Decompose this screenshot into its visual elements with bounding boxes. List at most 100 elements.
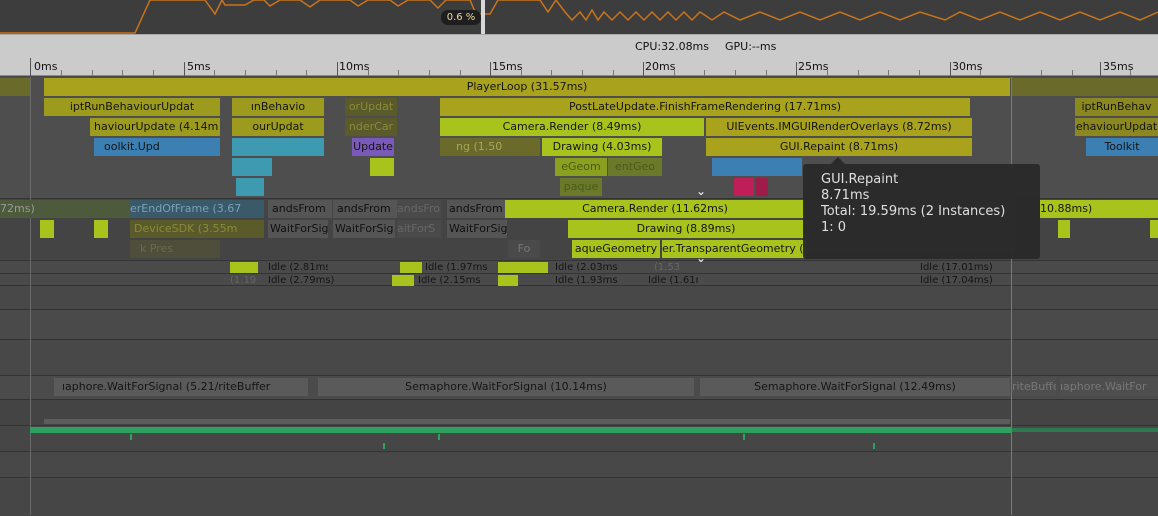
render-marker-prev[interactable]: 72ms) <box>0 200 130 218</box>
marker-label: eGeom <box>561 160 601 173</box>
marker-drawing-small[interactable]: ng (1.50 <box>440 138 540 156</box>
ruler-label-0ms: 0ms <box>34 60 58 73</box>
marker-geometry-a[interactable]: eGeom <box>555 158 607 176</box>
marker-pink-a[interactable] <box>734 178 754 196</box>
marker-label: Idle (1.61m <box>648 275 698 286</box>
gpu-activity-line-next[interactable] <box>1012 428 1158 432</box>
worker2-idle-4[interactable]: Idle (1.61m <box>648 275 698 286</box>
marker-toolkit-update[interactable]: oolkit.Upd <box>94 138 220 156</box>
worker2-green-a[interactable] <box>392 275 414 286</box>
marker-teal-d4[interactable] <box>232 158 272 176</box>
marker-geometry-b[interactable]: entGeo <box>608 158 662 176</box>
marker-label: Drawing (4.03ms) <box>552 140 652 153</box>
ruler-label-35ms: 35ms <box>1103 60 1134 73</box>
semaphore-bar-3[interactable]: Semaphore.WaitForSignal (12.49ms) <box>700 378 1010 396</box>
gpu-tick-2 <box>383 443 385 449</box>
row-band-empty-2 <box>0 309 1158 340</box>
render-marker-present[interactable]: k Pres <box>130 240 220 258</box>
marker-label: Idle (1.97ms <box>425 262 488 273</box>
timeline-area[interactable]: PlayerLoop (31.57ms) iptRunBehaviourUpda… <box>0 77 1158 516</box>
render-marker-device-sdk[interactable]: DeviceSDK (3.55m <box>130 220 264 238</box>
render-marker-commands-2[interactable]: andsFrom <box>333 200 397 218</box>
render-marker-commands-3[interactable]: andsFro <box>397 200 441 218</box>
worker2-idle-5[interactable]: Idle (17.04ms) <box>920 275 1010 286</box>
sync-strip[interactable] <box>44 419 1010 424</box>
cpu-usage-graph[interactable]: 0.6 % <box>0 0 1158 34</box>
marker-drawing[interactable]: Drawing (4.03ms) <box>542 138 662 156</box>
render-marker-end-of-frame[interactable]: erEndOfFrame (3.67 <box>130 200 264 218</box>
frame-time-header: CPU:32.08ms GPU:--ms <box>0 34 1158 58</box>
semaphore-bar-4[interactable]: riteBuffe <box>1012 378 1056 396</box>
marker-toolkit-next[interactable]: Toolkit <box>1086 138 1158 156</box>
marker-behaviour-update[interactable]: haviourUpdate (4.14m <box>90 118 220 136</box>
marker-label: DeviceSDK (3.55m <box>134 222 238 235</box>
tooltip-instance: 1: 0 <box>821 220 847 235</box>
marker-pink-b[interactable] <box>756 178 768 196</box>
row-band-bottom-1 <box>0 451 1158 478</box>
render-marker-green-2[interactable] <box>94 220 108 238</box>
marker-camera-render[interactable]: Camera.Render (8.49ms) <box>440 118 704 136</box>
worker2-idle-2[interactable]: Idle (2.15ms <box>418 275 488 286</box>
time-ruler[interactable]: 0ms 5ms 10ms 15ms 20ms 25ms 30ms 35ms <box>0 58 1158 76</box>
marker-script-run-behaviour-update[interactable]: iptRunBehaviourUpdat <box>44 98 220 116</box>
marker-next-frame[interactable] <box>1012 78 1158 96</box>
collapse-chevron-icon[interactable]: ⌄ <box>692 252 710 264</box>
render-marker-opaque-geometry[interactable]: aqueGeometry <box>572 240 660 258</box>
worker-green-a[interactable] <box>230 262 258 273</box>
marker-blue-d4[interactable] <box>712 158 802 176</box>
worker-idle-5[interactable]: Idle (17.01ms) <box>920 262 1010 273</box>
render-marker-transparent-geometry[interactable]: er.TransparentGeometry (3.6 <box>662 240 806 258</box>
worker-idle-1[interactable]: Idle (2.81ms) <box>268 262 328 273</box>
marker-next-run-behaviour[interactable]: iptRunBehav <box>1075 98 1158 116</box>
gpu-activity-line[interactable] <box>30 427 1012 433</box>
marker-teal-d5[interactable] <box>236 178 264 196</box>
marker-update-purple[interactable]: Update <box>352 138 394 156</box>
render-marker-wait-2[interactable]: WaitForSig <box>333 220 395 238</box>
render-marker-next[interactable]: 10.88ms) <box>1040 200 1158 218</box>
worker-idle-3[interactable]: Idle (2.03ms <box>555 262 625 273</box>
marker-label: Semaphore.WaitForSignal (10.14ms) <box>405 380 607 393</box>
marker-update-3[interactable]: orUpdat <box>345 98 397 116</box>
marker-prev-frame[interactable] <box>0 78 30 96</box>
marker-label: Semaphore.WaitForSignal (12.49ms) <box>754 380 956 393</box>
marker-label: Idle (17.01ms) <box>920 262 993 273</box>
marker-imgui-render-overlays[interactable]: UIEvents.IMGUIRenderOverlays (8.72ms) <box>706 118 972 136</box>
marker-label: Update <box>353 140 393 153</box>
marker-teal-block[interactable] <box>232 138 324 156</box>
marker-opaque[interactable]: paque <box>560 178 602 196</box>
frame-selection-line[interactable] <box>481 0 485 34</box>
render-marker-wait-1[interactable]: WaitForSig <box>268 220 328 238</box>
render-marker-green-1[interactable] <box>40 220 54 238</box>
marker-render-camera[interactable]: nderCar <box>345 118 397 136</box>
worker-green-c[interactable] <box>498 262 548 273</box>
gpu-tick-3 <box>438 434 440 440</box>
marker-player-loop[interactable]: PlayerLoop (31.57ms) <box>44 78 1010 96</box>
marker-finish-frame-rendering[interactable]: PostLateUpdate.FinishFrameRendering (17.… <box>440 98 970 116</box>
worker2-idle-1[interactable]: Idle (2.79ms) <box>268 275 348 286</box>
worker-idle-2[interactable]: Idle (1.97ms <box>425 262 489 273</box>
render-marker-drawing[interactable]: Drawing (8.89ms) <box>568 220 804 238</box>
semaphore-bar-5[interactable]: ıaphore.WaitFor <box>1060 378 1158 396</box>
render-marker-commands-1[interactable]: andsFrom <box>268 200 332 218</box>
render-marker-green-4[interactable] <box>1150 220 1158 238</box>
worker2-prev[interactable]: (1.19 <box>230 275 266 286</box>
render-marker-fo[interactable]: Fo <box>508 240 540 258</box>
render-marker-wait-4[interactable]: WaitForSig <box>447 220 507 238</box>
tooltip-total: Total: 19.59ms (2 Instances) <box>821 204 1006 219</box>
render-marker-green-3[interactable] <box>1058 220 1070 238</box>
marker-gui-repaint[interactable]: GUI.Repaint (8.71ms) <box>706 138 972 156</box>
marker-green-d4[interactable] <box>370 158 394 176</box>
worker2-idle-3[interactable]: Idle (1.93ms <box>555 275 623 286</box>
worker-idle-4[interactable]: (1.53 <box>654 262 694 273</box>
collapse-chevron-icon[interactable]: ⌄ <box>692 185 710 197</box>
render-marker-commands-4[interactable]: andsFrom <box>447 200 505 218</box>
worker-green-b[interactable] <box>400 262 422 273</box>
semaphore-bar-1[interactable]: ıaphore.WaitForSignal (5.21/riteBuffer <box>54 378 308 396</box>
semaphore-bar-2[interactable]: Semaphore.WaitForSignal (10.14ms) <box>318 378 694 396</box>
render-marker-wait-3[interactable]: aitForS <box>397 220 441 238</box>
worker2-green-b[interactable] <box>498 275 518 286</box>
marker-behaviour-update-b[interactable]: ourUpdat <box>232 118 324 136</box>
render-marker-camera-render[interactable]: Camera.Render (11.62ms) <box>505 200 805 218</box>
marker-behaviour-update-next[interactable]: ehaviourUpdat <box>1075 118 1158 136</box>
marker-behaviour-update-2[interactable]: ınBehavio <box>232 98 324 116</box>
